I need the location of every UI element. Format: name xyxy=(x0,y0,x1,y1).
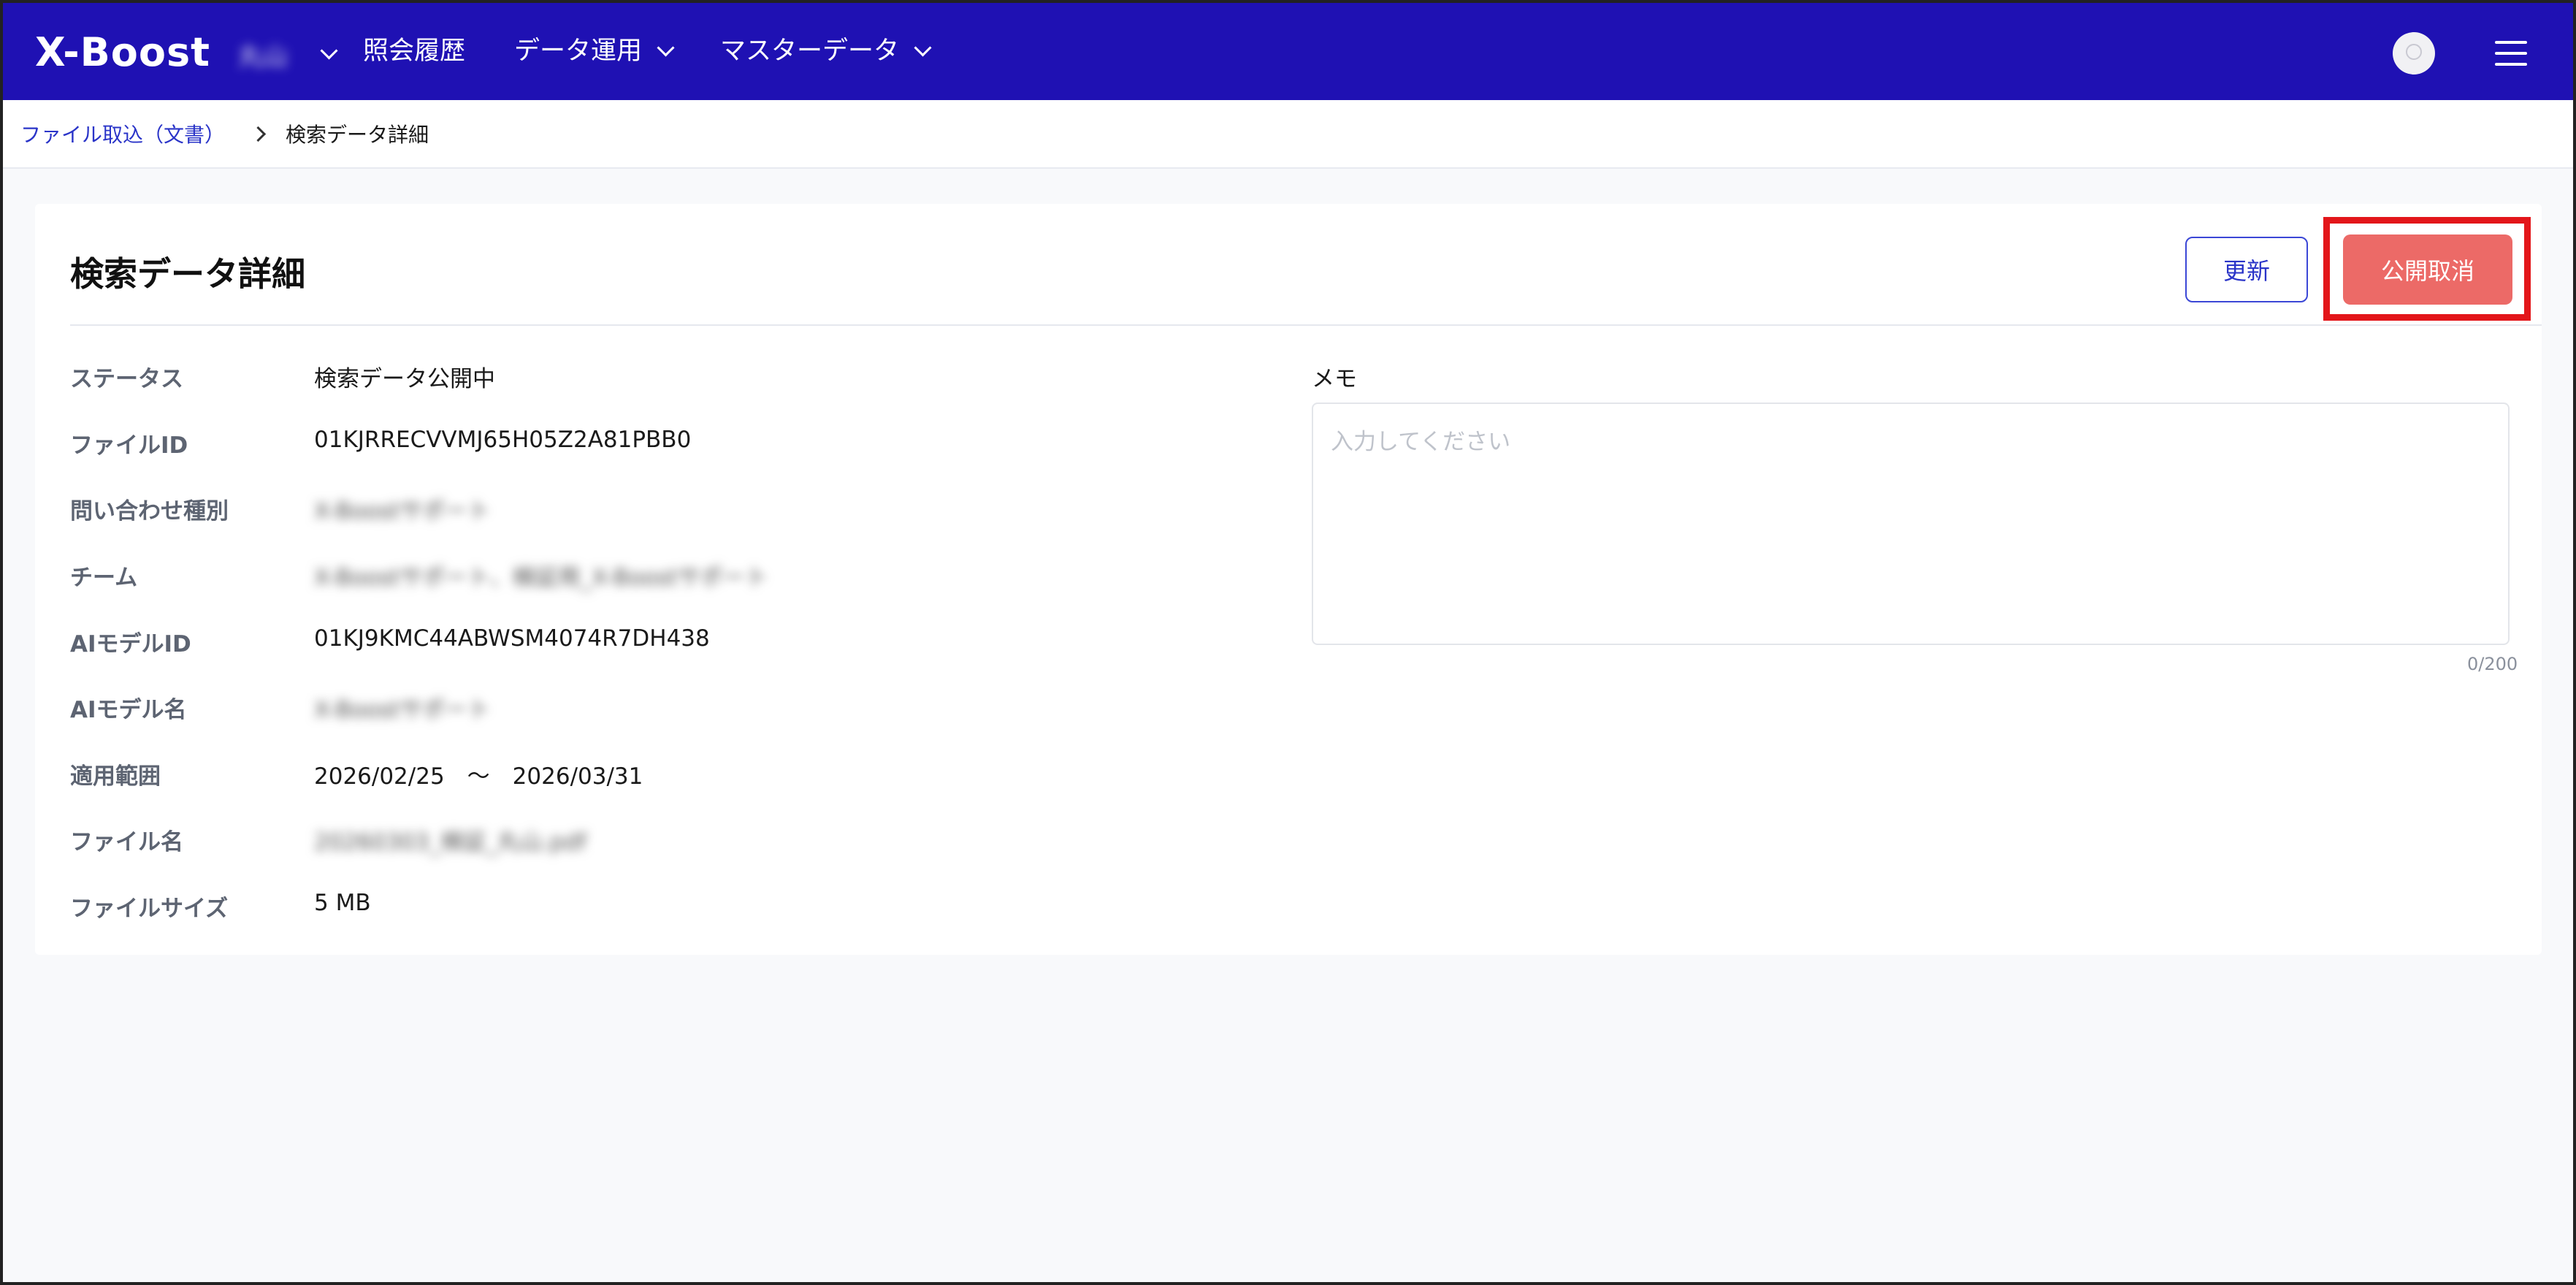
nav-label: データ運用 xyxy=(514,37,643,66)
field-label-scope: 適用範囲 xyxy=(70,763,161,790)
field-value-scope: 2026/02/25 ～ 2026/03/31 xyxy=(314,763,643,790)
field-value-ai-model-name: X-Boostサポート xyxy=(314,697,491,723)
nav-label: 照会履歴 xyxy=(363,37,466,66)
field-value-file-id: 01KJRRECVVMJ65H05Z2A81PBB0 xyxy=(314,427,692,453)
detail-card: 検索データ詳細 更新 公開取消 ステータス 検索データ公開中 ファイルID 01… xyxy=(35,204,2542,955)
unpublish-button[interactable]: 公開取消 xyxy=(2343,234,2512,305)
field-label-inquiry-type: 問い合わせ種別 xyxy=(70,498,229,525)
chevron-down-icon xyxy=(320,42,338,60)
memo-input[interactable] xyxy=(1312,403,2510,645)
nav-label: マスターデータ xyxy=(720,37,900,66)
field-label-file-id: ファイルID xyxy=(70,432,188,459)
field-label-status: ステータス xyxy=(70,366,183,392)
divider xyxy=(70,324,2542,326)
field-label-file-name: ファイル名 xyxy=(70,829,183,855)
user-avatar-icon[interactable] xyxy=(2393,32,2435,75)
field-value-file-name: 20260303_検証_丸山.pdf xyxy=(314,829,586,855)
field-label-file-size: ファイルサイズ xyxy=(70,896,229,922)
field-value-inquiry-type: X-Boostサポート xyxy=(314,498,491,525)
person-icon xyxy=(2406,44,2422,60)
field-label-ai-model-id: AIモデルID xyxy=(70,631,191,657)
field-value-status: 検索データ公開中 xyxy=(314,366,495,392)
chevron-down-icon xyxy=(657,38,675,57)
nav-inquiry-history[interactable]: 照会履歴 xyxy=(363,34,465,69)
top-header: X-Boost 丸山 照会履歴 データ運用 マスターデータ xyxy=(3,3,2573,100)
field-label-ai-model-name: AIモデル名 xyxy=(70,697,187,723)
memo-character-count: 0/200 xyxy=(2467,654,2518,674)
breadcrumb-link-file-import[interactable]: ファイル取込（文書） xyxy=(20,119,225,148)
tenant-name: 丸山 xyxy=(238,42,288,72)
field-label-team: チーム xyxy=(70,565,138,591)
update-button[interactable]: 更新 xyxy=(2185,237,2308,302)
field-value-file-size: 5 MB xyxy=(314,890,371,916)
chevron-down-icon xyxy=(914,38,932,57)
breadcrumb: ファイル取込（文書） 検索データ詳細 xyxy=(20,119,429,148)
breadcrumb-bar: ファイル取込（文書） 検索データ詳細 xyxy=(3,100,2573,169)
nav-data-operation[interactable]: データ運用 xyxy=(514,34,675,69)
tenant-selector[interactable]: 丸山 xyxy=(238,37,338,72)
app-logo[interactable]: X-Boost xyxy=(35,29,210,76)
field-value-ai-model-id: 01KJ9KMC44ABWSM4074R7DH438 xyxy=(314,625,710,652)
hamburger-icon[interactable] xyxy=(2495,41,2527,66)
field-value-team: X-Boostサポート、検証用_X-Boostサポート xyxy=(314,565,768,591)
nav-master-data[interactable]: マスターデータ xyxy=(720,34,932,69)
breadcrumb-current: 検索データ詳細 xyxy=(286,123,429,147)
chevron-right-icon xyxy=(250,126,267,142)
memo-label: メモ xyxy=(1312,366,1357,392)
page-title: 検索データ詳細 xyxy=(70,254,305,294)
